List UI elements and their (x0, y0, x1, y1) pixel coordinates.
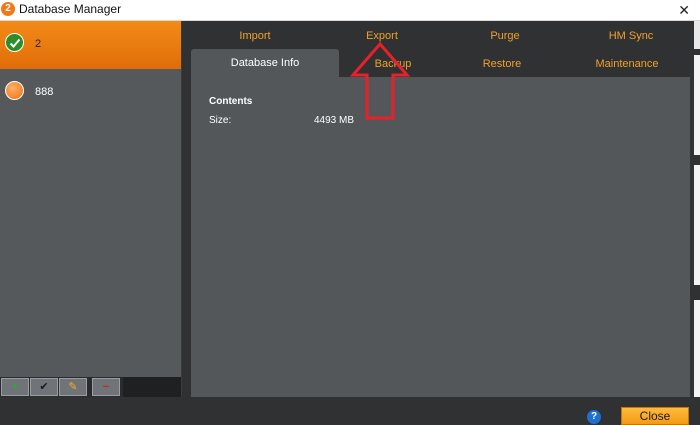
title-bar: 2 Database Manager ✕ (0, 0, 700, 21)
edit-database-button[interactable]: ✎ (59, 378, 87, 396)
background-window-edge (694, 300, 700, 397)
database-item-888[interactable]: 888 (0, 69, 181, 117)
help-icon[interactable]: ? (587, 410, 601, 424)
window-close-button[interactable]: ✕ (678, 1, 690, 19)
annotation-arrow-icon (350, 41, 410, 120)
tab-restore[interactable]: Restore (472, 58, 532, 70)
database-name: 888 (35, 86, 54, 98)
background-window-edge (694, 165, 700, 285)
list-toolbar: + ✔ ✎ − (0, 377, 181, 397)
size-label: Size: (209, 115, 232, 126)
tab-hm-sync[interactable]: HM Sync (598, 30, 664, 42)
tab-purge[interactable]: Purge (475, 30, 535, 42)
app-icon: 2 (1, 2, 15, 16)
activate-database-button[interactable]: ✔ (30, 378, 58, 396)
database-item-2[interactable]: 2 (0, 21, 181, 69)
add-database-button[interactable]: + (1, 378, 29, 396)
background-window-edge (694, 55, 700, 155)
background-window-edge (694, 21, 700, 49)
size-value: 4493 MB (314, 115, 355, 126)
tab-database-info[interactable]: Database Info (191, 49, 339, 77)
database-list: 2 888 + ✔ ✎ − (0, 21, 182, 397)
window-title: Database Manager (19, 2, 122, 16)
database-dot-icon (5, 81, 24, 100)
tab-import[interactable]: Import (225, 30, 285, 42)
contents-heading: Contents (209, 96, 253, 107)
tab-maintenance[interactable]: Maintenance (588, 58, 666, 70)
toolbar-divider (123, 377, 181, 397)
remove-database-button[interactable]: − (92, 378, 120, 396)
database-info-panel: Contents Size: 4493 MB (191, 77, 690, 397)
close-button[interactable]: Close (621, 407, 689, 425)
check-icon (5, 33, 24, 52)
database-name: 2 (35, 38, 42, 50)
